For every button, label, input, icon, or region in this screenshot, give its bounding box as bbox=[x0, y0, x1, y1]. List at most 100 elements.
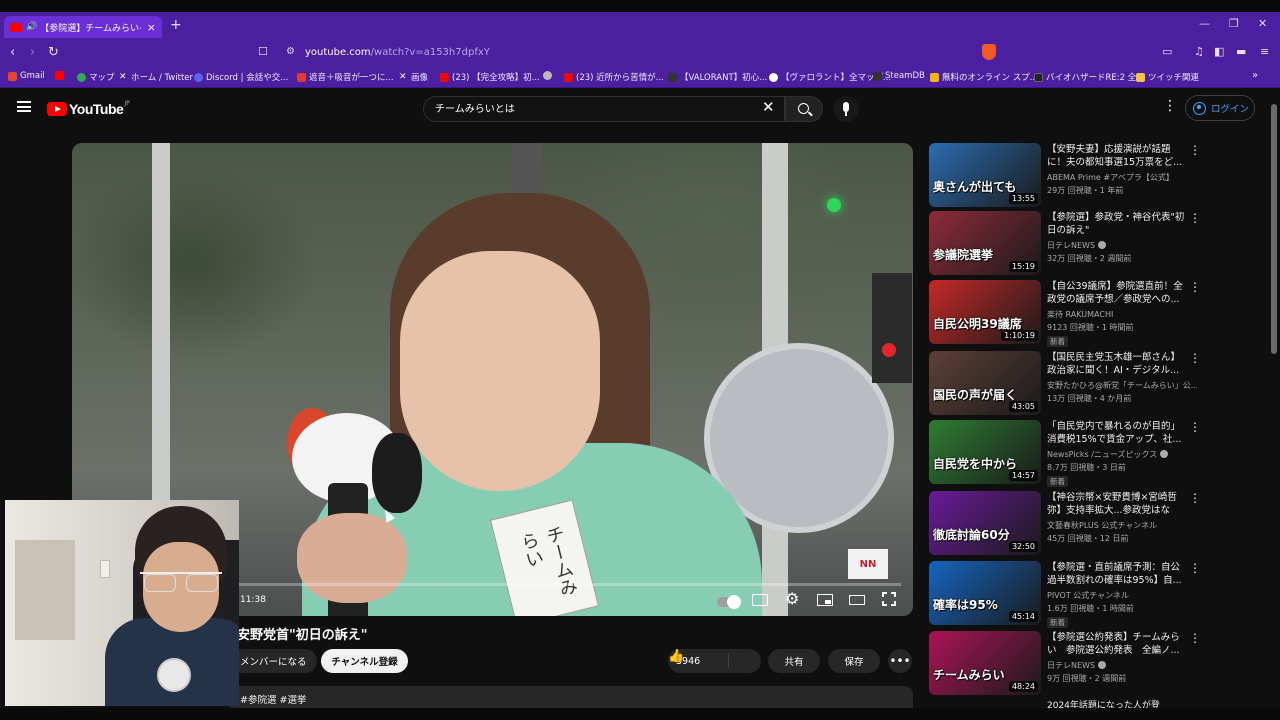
bookmark-item[interactable]: 無料のオンライン スプ... bbox=[930, 71, 1038, 83]
rec-thumbnail[interactable]: 奥さんが出ても 13:55 bbox=[929, 143, 1041, 207]
bookmark-item[interactable]: マップ bbox=[77, 71, 115, 83]
like-button[interactable]: 👍 3946 bbox=[668, 649, 761, 673]
bookmark-item[interactable]: 【VALORANT】初心... bbox=[668, 71, 767, 83]
rec-more-options-icon[interactable]: ⋮ bbox=[1189, 143, 1201, 157]
rec-more-options-icon[interactable]: ⋮ bbox=[1189, 420, 1201, 434]
rec-title[interactable]: 【参院選公約発表】チームみらい 参院選公約発表 全編ノ... bbox=[1047, 631, 1187, 657]
rec-thumbnail[interactable]: 自民党を中から 14:57 bbox=[929, 420, 1041, 484]
bookmark-item[interactable]: Gmail bbox=[8, 71, 45, 81]
rec-title[interactable]: 【自公39議席】参院選直前！全政党の議席予想／参政党への... bbox=[1047, 280, 1187, 306]
rec-title[interactable]: 「自民党内で暴れるのが目的」消費税15%で賃金アップ、社... bbox=[1047, 420, 1187, 446]
address-bar[interactable]: youtube.com/watch?v=a153h7dpfxY bbox=[305, 47, 490, 58]
rec-channel[interactable]: 日テレNEWS bbox=[1047, 660, 1197, 671]
recommendation-card[interactable]: 徹底討論60分 32:50 【神谷宗幣×安野貴博×宮崎哲弥】支持率拡大...参政党は… bbox=[929, 491, 1264, 555]
bookmark-item[interactable]: バイオハザードRE:2 全... bbox=[1034, 71, 1144, 83]
recommendation-card[interactable]: 自民党を中から 14:57 「自民党内で暴れるのが目的」消費税15%で賃金アップ、社… bbox=[929, 420, 1264, 487]
scrollbar-thumb[interactable] bbox=[1271, 104, 1277, 354]
bookmark-item[interactable]: SteamDB bbox=[873, 71, 925, 81]
bookmark-item[interactable]: 遮音＋吸音が一つに... bbox=[297, 71, 394, 83]
bookmark-icon[interactable]: ☐ bbox=[258, 45, 268, 58]
back-arrow-icon[interactable]: ‹ bbox=[10, 45, 15, 60]
search-button[interactable] bbox=[785, 96, 823, 122]
theater-mode-icon[interactable] bbox=[849, 595, 865, 605]
recommendation-card[interactable]: 奥さんが出ても 13:55 【安野夫妻】応援演説が話題に！夫の都知事選15万票をど.… bbox=[929, 143, 1264, 207]
bookmark-item[interactable]: (23) 【完全攻略】初... bbox=[440, 71, 540, 83]
rec-more-options-icon[interactable]: ⋮ bbox=[1189, 280, 1201, 294]
rec-title[interactable]: 【国民民主党玉木雄一郎さん】政治家に聞く！AI・デジタル... bbox=[1047, 351, 1187, 377]
forward-arrow-icon[interactable]: › bbox=[30, 45, 35, 60]
bookmark-item[interactable] bbox=[55, 71, 67, 80]
music-icon[interactable]: ♫ bbox=[1194, 45, 1204, 58]
login-button[interactable]: ログイン bbox=[1185, 95, 1255, 121]
recommendation-card[interactable]: 参議院選挙 15:19 【参院選】参政党・神谷代表"初日の訴え" 日テレNEWS 32万… bbox=[929, 211, 1264, 275]
rec-thumbnail[interactable]: 徹底討論60分 32:50 bbox=[929, 491, 1041, 555]
hashtags[interactable]: #参院選 #選挙 bbox=[240, 692, 306, 706]
rec-more-options-icon[interactable]: ⋮ bbox=[1189, 491, 1201, 505]
bookmark-item[interactable]: ✕ 画像 bbox=[399, 71, 428, 83]
rec-channel[interactable]: NewsPicks /ニューズピックス bbox=[1047, 449, 1197, 460]
active-tab[interactable]: 🔊 【参院選】チームみらい· 安野党首 × bbox=[4, 16, 162, 38]
brave-shield-icon[interactable] bbox=[982, 44, 996, 60]
settings-more-icon[interactable]: ⋮ bbox=[1163, 99, 1177, 113]
bookmark-item[interactable]: Discord | 会話や交... bbox=[194, 71, 288, 83]
speaker-hand bbox=[297, 513, 407, 603]
bookmark-folder[interactable]: ツイッチ関連 bbox=[1136, 71, 1199, 83]
recommendation-card[interactable]: 確率は95% 45:14 【参院選・直前議席予測：自公過半数割れの確率は95%】自.… bbox=[929, 561, 1264, 628]
subscribe-button[interactable]: チャンネル登録 bbox=[321, 649, 408, 673]
rec-thumbnail[interactable]: チームみらい 48:24 bbox=[929, 631, 1041, 695]
speaker-icon[interactable]: 🔊 bbox=[26, 22, 37, 32]
rec-channel[interactable]: 安野たかひろ@新党「チームみらい」公... bbox=[1047, 380, 1197, 391]
subtitles-icon[interactable] bbox=[752, 594, 768, 606]
menu-icon[interactable]: ≡ bbox=[1260, 45, 1269, 58]
minimize-window-button[interactable]: — bbox=[1199, 17, 1210, 30]
rec-title[interactable]: 【参院選・直前議席予測：自公過半数割れの確率は95%】自... bbox=[1047, 561, 1187, 587]
rec-title[interactable]: 【安野夫妻】応援演説が話題に！夫の都知事選15万票をど... bbox=[1047, 143, 1187, 169]
rec-channel[interactable]: ABEMA Prime #アベプラ【公式】 bbox=[1047, 172, 1197, 183]
rec-thumbnail[interactable]: 自民公明39議席 1:10:19 bbox=[929, 280, 1041, 344]
vpn-icon[interactable]: ▬ bbox=[1236, 45, 1246, 58]
rec-thumbnail[interactable]: 国民の声が届く 43:05 bbox=[929, 351, 1041, 415]
new-tab-button[interactable]: + bbox=[170, 17, 182, 33]
more-bookmarks-icon[interactable]: » bbox=[1252, 70, 1258, 81]
youtube-logo[interactable]: YouTube JP bbox=[47, 100, 130, 117]
share-button[interactable]: 共有 bbox=[768, 649, 820, 673]
rec-more-options-icon[interactable]: ⋮ bbox=[1189, 211, 1201, 225]
rec-channel[interactable]: PIVOT 公式チャンネル bbox=[1047, 590, 1197, 601]
rec-thumbnail[interactable]: 参議院選挙 15:19 bbox=[929, 211, 1041, 275]
voice-search-mic-icon[interactable] bbox=[833, 96, 859, 122]
rec-title[interactable]: 【神谷宗幣×安野貴博×宮崎哲弥】支持率拡大...参政党はなぜ... bbox=[1047, 491, 1187, 517]
rec-channel[interactable]: 楽待 RAKUMACHI bbox=[1047, 309, 1197, 320]
restore-window-button[interactable]: ❐ bbox=[1229, 17, 1239, 30]
bookmark-item[interactable] bbox=[543, 71, 555, 80]
rec-more-options-icon[interactable]: ⋮ bbox=[1189, 561, 1201, 575]
clear-search-icon[interactable]: ✕ bbox=[762, 100, 775, 115]
settings-gear-icon[interactable]: ⚙ bbox=[785, 591, 799, 607]
more-actions-button[interactable]: ••• bbox=[888, 649, 912, 673]
close-tab-icon[interactable]: × bbox=[147, 21, 156, 34]
miniplayer-icon[interactable] bbox=[817, 594, 833, 606]
sidebar-icon[interactable]: ◧ bbox=[1214, 45, 1224, 58]
wallet-icon[interactable]: ▭ bbox=[1162, 45, 1172, 58]
autoplay-toggle[interactable] bbox=[717, 595, 741, 609]
recommendation-card[interactable]: チームみらい 48:24 【参院選公約発表】チームみらい 参院選公約発表 全編ノ..… bbox=[929, 631, 1264, 695]
close-window-button[interactable]: ✕ bbox=[1258, 17, 1267, 30]
save-button[interactable]: 保存 bbox=[828, 649, 880, 673]
rec-thumbnail[interactable]: 確率は95% 45:14 bbox=[929, 561, 1041, 625]
rec-views-age: 13万 回視聴・4 か月前 bbox=[1047, 394, 1132, 403]
rec-more-options-icon[interactable]: ⋮ bbox=[1189, 351, 1201, 365]
rec-more-options-icon[interactable]: ⋮ bbox=[1189, 631, 1201, 645]
bookmark-item[interactable]: (23) 近所から苦情が... bbox=[564, 71, 664, 83]
youtube-favicon-icon bbox=[10, 22, 22, 32]
join-member-button[interactable]: メンバーになる bbox=[230, 649, 317, 673]
site-settings-icon[interactable]: ⚙ bbox=[286, 46, 295, 57]
recommendation-card[interactable]: 国民の声が届く 43:05 【国民民主党玉木雄一郎さん】政治家に聞く！AI・デジタル… bbox=[929, 351, 1264, 415]
search-input[interactable] bbox=[435, 102, 755, 113]
hamburger-menu-icon[interactable] bbox=[17, 101, 31, 112]
rec-channel[interactable]: 文藝春秋PLUS 公式チャンネル bbox=[1047, 520, 1197, 531]
bookmark-item[interactable]: ✕ ホーム / Twitter bbox=[119, 71, 193, 83]
recommendation-card[interactable]: 自民公明39議席 1:10:19 【自公39議席】参院選直前！全政党の議席予想／参政… bbox=[929, 280, 1264, 347]
page-scrollbar[interactable] bbox=[1270, 92, 1278, 712]
rec-title[interactable]: 【参院選】参政党・神谷代表"初日の訴え" bbox=[1047, 211, 1187, 237]
reload-icon[interactable]: ↻ bbox=[48, 45, 59, 60]
rec-channel[interactable]: 日テレNEWS bbox=[1047, 240, 1197, 251]
